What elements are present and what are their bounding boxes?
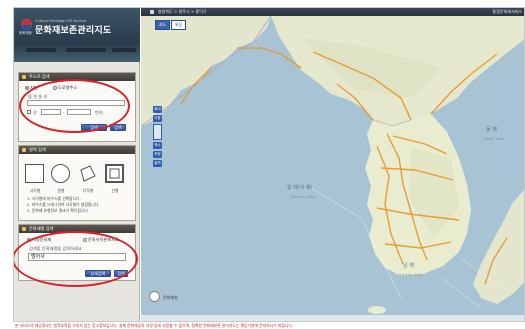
top-strip <box>0 0 525 7</box>
address-search-title: 주소로 검색 <box>29 74 50 79</box>
roof-decoration <box>26 48 56 52</box>
line-tool-icon[interactable] <box>105 164 124 183</box>
shape-label: 다각형 <box>82 188 94 193</box>
skyline-decoration <box>14 42 140 62</box>
tab-satellite[interactable]: 위성 <box>171 20 186 30</box>
home-icon[interactable] <box>150 10 154 14</box>
sea-label-en: East Sea <box>484 136 505 141</box>
heritage-search-title: 문화재명 검색 <box>29 226 54 231</box>
map-credit: 문화재청 <box>163 295 178 300</box>
rectangle-tool-icon[interactable] <box>25 164 44 183</box>
sea-label-en: South Sea <box>399 272 423 277</box>
footer-notice: 본 서비스의 제공정보는 법적효력을 가지지 않는 참고정보입니다. 실제 문화… <box>13 322 525 329</box>
search-icon <box>22 75 26 79</box>
zoom-slider[interactable] <box>153 124 162 140</box>
highlight-ellipse <box>14 231 138 287</box>
sea-label: 남 해 <box>403 263 414 269</box>
polygon-tool-icon[interactable] <box>78 164 97 183</box>
integrated-service-link[interactable]: 통합문화재서비스 <box>493 9 522 15</box>
area-search-panel: 영역 검색 사각형 원형 다각형 선형 1. 사각형에 마우스를 선택합니다. … <box>18 145 136 221</box>
map-copyright-strip <box>141 315 524 321</box>
sidebar: 문화재청 Cultural Heritage GIS Service 문화재보존… <box>14 8 140 321</box>
map-toolbar: 충청북도 > 청주시 > 흥덕구 통합문화재서비스 <box>141 8 524 16</box>
roof-decoration <box>66 48 106 52</box>
compass-icon <box>149 291 160 302</box>
shape-tools <box>25 164 129 184</box>
tab-map[interactable]: 지도 <box>155 20 170 30</box>
map-view[interactable]: 충청북도 > 청주시 > 흥덕구 통합문화재서비스 지도 위성 확대 이동 축소 … <box>141 8 524 321</box>
shape-label: 선형 <box>111 188 119 193</box>
area-search-title: 영역 검색 <box>29 147 46 152</box>
area-search-instructions: 1. 사각형에 마우스를 선택합니다. 2. 마우스를 드래그하여 사각형이 설… <box>27 196 100 214</box>
breadcrumb[interactable]: 충청북도 > 청주시 > 흥덕구 <box>158 9 207 15</box>
instruction-step: 3. 문화재 유형정보 결과가 확인됩니다. <box>27 208 90 213</box>
emblem-icon <box>21 19 32 30</box>
shape-label: 원형 <box>57 188 65 193</box>
header-logo[interactable]: 문화재청 Cultural Heritage GIS Service 문화재보존… <box>14 8 140 62</box>
address-go-label: 검색 <box>114 125 122 130</box>
print-button[interactable]: 출력 <box>153 160 162 167</box>
shape-label: 사각형 <box>29 188 41 193</box>
korea-map <box>141 15 524 314</box>
agency-name: 문화재청 <box>19 31 32 35</box>
sea-label-en: Yellow Sea <box>291 194 316 199</box>
sea-label: 황 해(서 해) <box>287 185 313 191</box>
app-window: 문화재청 Cultural Heritage GIS Service 문화재보존… <box>13 7 525 322</box>
highlight-ellipse <box>19 79 130 133</box>
map-type-tabs: 지도 위성 <box>155 20 187 30</box>
heritage-icon <box>22 227 26 231</box>
circle-tool-icon[interactable] <box>51 164 70 183</box>
pan-button[interactable]: 이동 <box>153 115 162 122</box>
zoom-out-button[interactable]: 축소 <box>153 142 162 149</box>
measure-button[interactable]: 측정 <box>153 151 162 158</box>
roof-decoration <box>112 48 136 52</box>
sea-label: 동 해 <box>486 127 497 133</box>
site-title: 문화재보존관리지도 <box>35 26 112 36</box>
map-controls: 확대 이동 축소 측정 출력 <box>153 106 162 169</box>
area-icon <box>22 148 26 152</box>
area-search-header: 영역 검색 <box>19 146 135 154</box>
zoom-in-button[interactable]: 확대 <box>153 106 162 113</box>
